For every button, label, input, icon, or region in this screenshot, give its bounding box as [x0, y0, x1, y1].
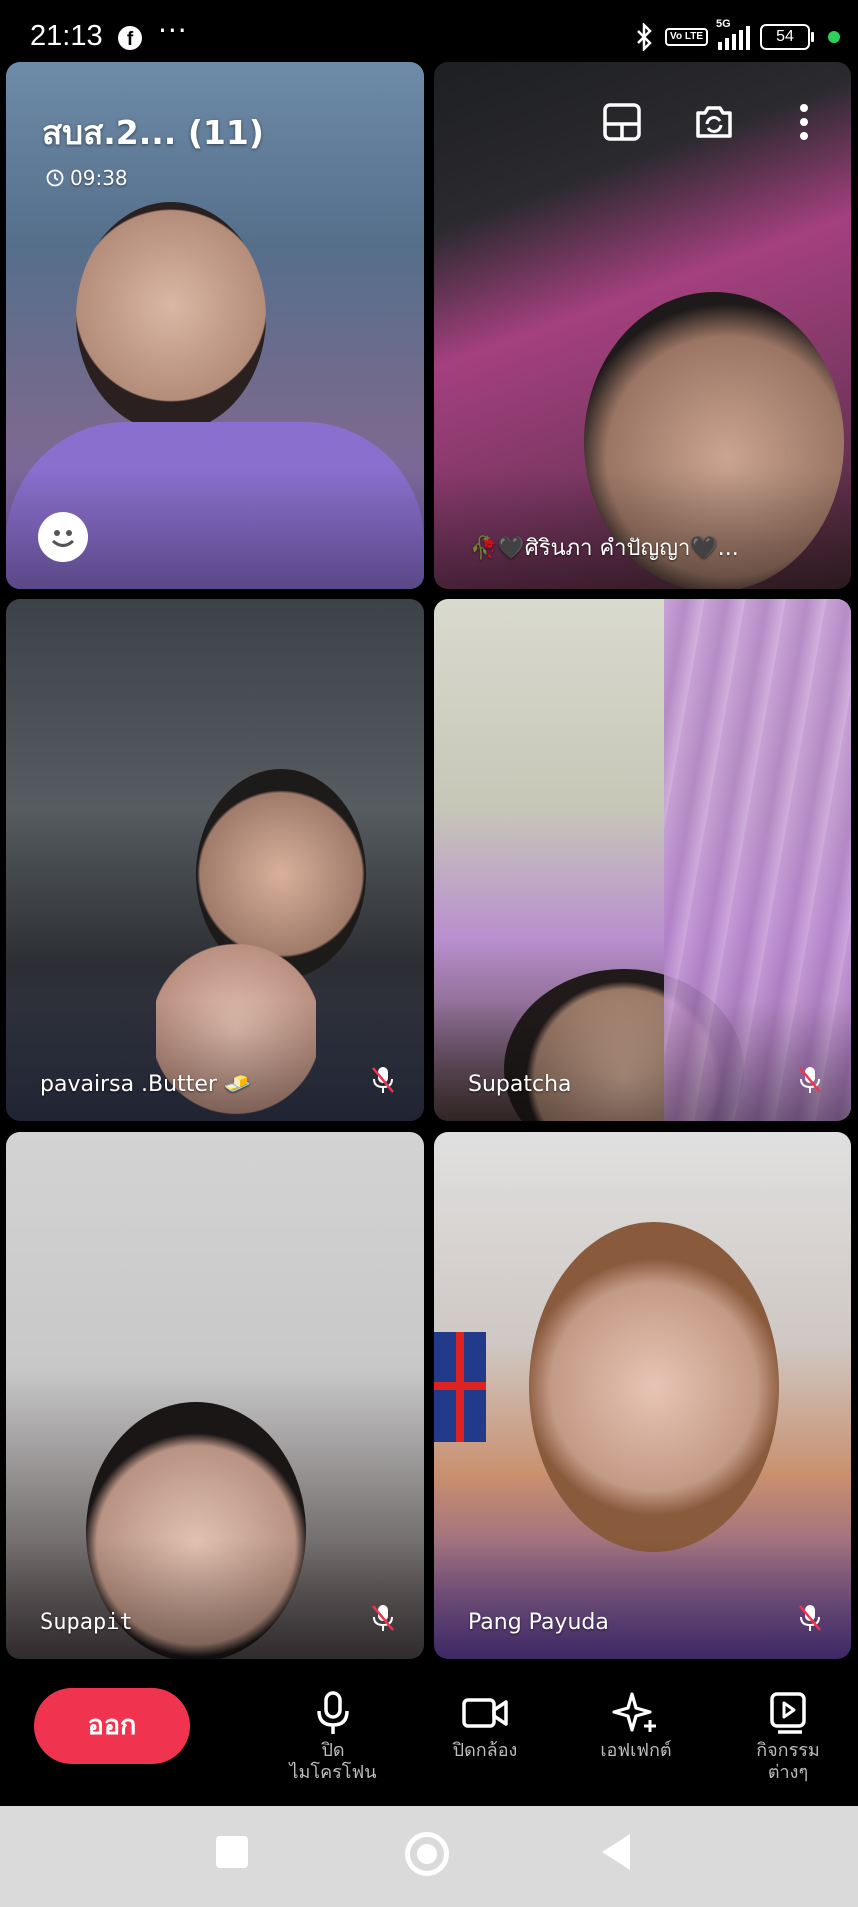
mic-muted-icon	[372, 1067, 394, 1093]
reaction-button[interactable]	[38, 512, 88, 562]
sparkle-icon	[612, 1692, 656, 1732]
participant-name: Pang Payuda	[468, 1610, 609, 1635]
tile-shade	[434, 1539, 851, 1659]
effects-button[interactable]: เอฟเฟกต์	[571, 1690, 701, 1762]
participant-name: Supapit	[40, 1610, 133, 1635]
mic-muted-icon	[372, 1605, 394, 1631]
facebook-icon: f	[118, 26, 142, 50]
turn-off-camera-button[interactable]: ปิดกล้อง	[420, 1690, 550, 1762]
active-dot	[828, 31, 840, 43]
video-tile-participant[interactable]: Supatcha	[434, 599, 851, 1121]
mic-muted-icon	[799, 1605, 821, 1631]
flag	[434, 1332, 486, 1442]
tile-shade	[6, 1001, 424, 1121]
system-icons: Vo LTE 5G 54	[633, 18, 840, 52]
network-type: 5G	[716, 18, 731, 30]
volte-icon: Vo LTE	[665, 28, 708, 46]
mic-muted-icon	[799, 1067, 821, 1093]
participant-video	[529, 1222, 779, 1552]
smiley-icon	[51, 530, 75, 547]
system-navigation-bar	[0, 1806, 858, 1907]
more-options-icon[interactable]	[782, 100, 826, 144]
activities-icon	[770, 1692, 806, 1734]
participant-video	[76, 202, 266, 432]
tile-shade	[6, 1539, 424, 1659]
call-controls-bar: ออก ปิด ไมโครโฟน ปิดกล้อง เอฟเฟกต์ กิจกร…	[0, 1660, 858, 1805]
tile-shade	[434, 1001, 851, 1121]
tile-shade	[434, 469, 851, 589]
clock-icon	[46, 169, 64, 187]
bluetooth-icon	[637, 23, 652, 51]
microphone-icon	[317, 1691, 349, 1734]
call-timer-text: 09:38	[70, 166, 128, 190]
mute-mic-label-line1: ปิด	[321, 1740, 345, 1761]
call-title[interactable]: สบส.2... (11)	[42, 106, 264, 159]
activities-label-line2: ต่างๆ	[767, 1762, 809, 1783]
battery-icon: 54	[760, 24, 814, 50]
recent-apps-button[interactable]	[216, 1836, 248, 1868]
participant-name: Supatcha	[468, 1072, 572, 1097]
mute-mic-label-line2: ไมโครโฟน	[289, 1762, 377, 1783]
layout-icon[interactable]	[600, 100, 644, 144]
participant-name: 🥀🖤ศิรินภา คำปัญญา🖤...	[470, 536, 739, 561]
home-button[interactable]	[405, 1832, 449, 1876]
video-tile-participant[interactable]: Supapit	[6, 1132, 424, 1659]
video-camera-icon	[462, 1698, 508, 1728]
video-tile-participant[interactable]: pavairsa .Butter 🧈	[6, 599, 424, 1121]
back-button[interactable]	[602, 1834, 630, 1870]
participant-name: pavairsa .Butter 🧈	[40, 1072, 252, 1097]
switch-camera-icon[interactable]	[692, 100, 736, 144]
signal-icon: 5G	[716, 18, 750, 50]
call-timer: 09:38	[46, 166, 128, 190]
effects-label: เอฟเฟกต์	[600, 1740, 672, 1761]
activities-label-line1: กิจกรรม	[756, 1740, 820, 1761]
activities-button[interactable]: กิจกรรม ต่างๆ	[723, 1690, 853, 1784]
more-notifications-icon: ···	[158, 14, 188, 47]
camera-label: ปิดกล้อง	[452, 1740, 518, 1761]
video-tile-participant[interactable]: Pang Payuda	[434, 1132, 851, 1659]
clock: 21:13	[30, 20, 103, 52]
leave-call-button[interactable]: ออก	[34, 1688, 190, 1764]
mute-mic-button[interactable]: ปิด ไมโครโฟน	[268, 1690, 398, 1784]
status-bar: 21:13 f ··· Vo LTE 5G 54	[0, 0, 858, 62]
